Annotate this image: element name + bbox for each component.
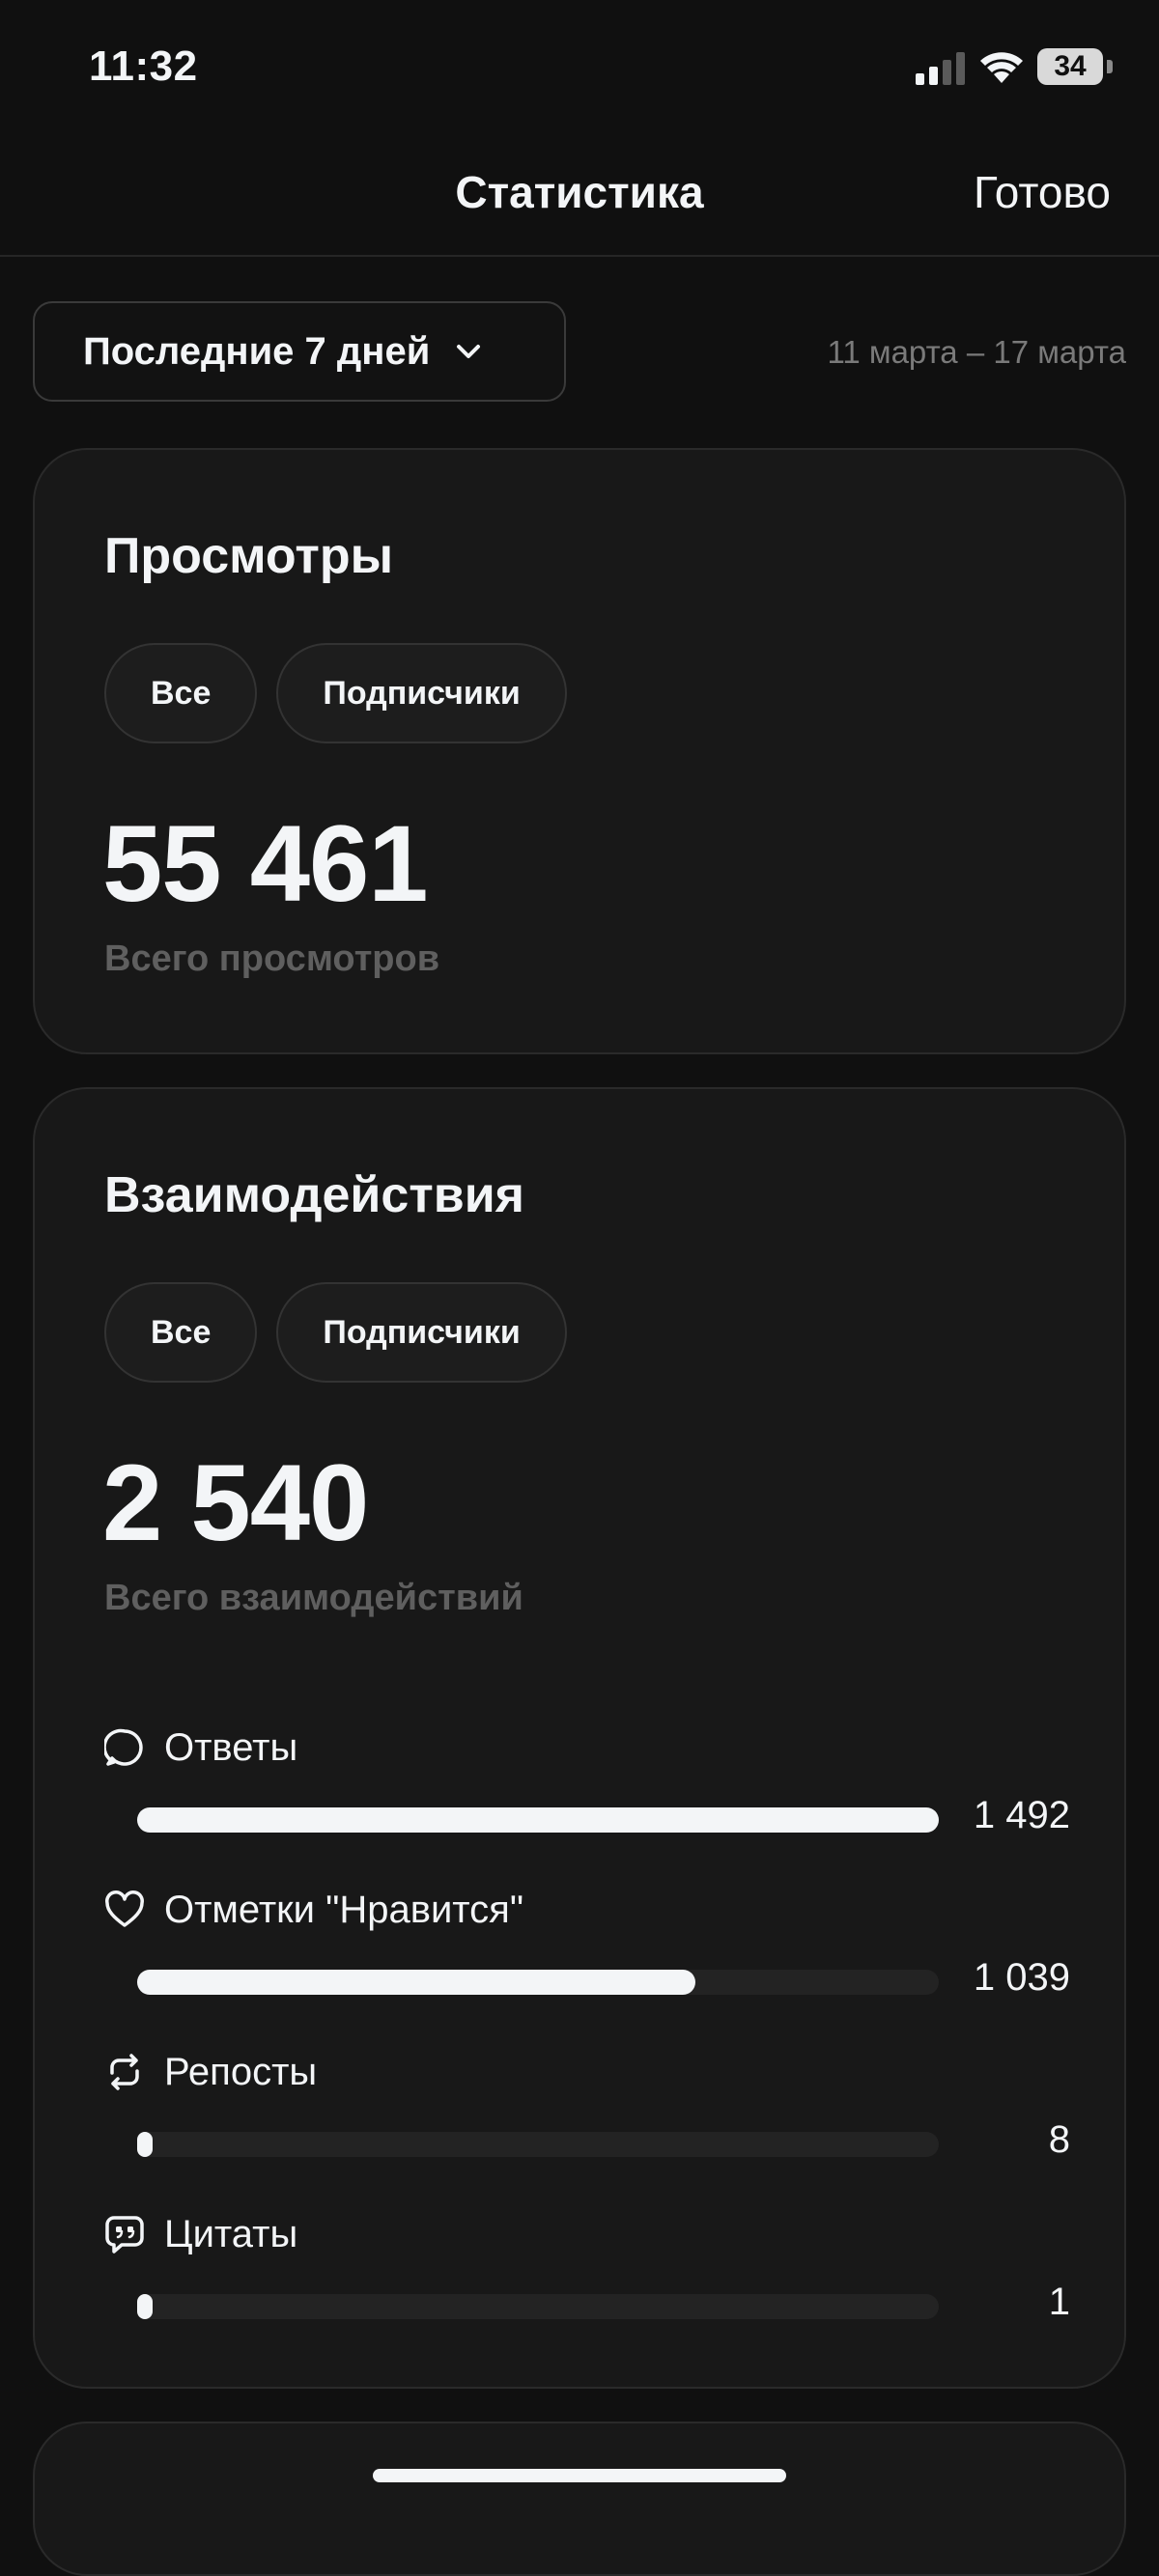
metric-reposts: Репосты 8: [104, 2043, 1070, 2169]
metric-label: Репосты: [164, 2050, 318, 2093]
views-caption: Всего просмотров: [104, 938, 440, 979]
interactions-chip-all[interactable]: Все: [104, 1282, 258, 1383]
interactions-filter-chips: Все Подписчики: [104, 1282, 567, 1383]
battery-tip: [1107, 60, 1113, 73]
home-indicator: [373, 2469, 786, 2482]
interactions-caption: Всего взаимодействий: [104, 1578, 523, 1618]
nav-header: Статистика Готово: [0, 145, 1159, 257]
metric-bar-fill: [137, 2294, 153, 2319]
interactions-total: 2 540: [102, 1442, 369, 1563]
metric-value: 1 039: [973, 1956, 1070, 1999]
metric-bar-track: [137, 1807, 939, 1833]
metric-label: Ответы: [164, 1725, 298, 1769]
done-button[interactable]: Готово: [974, 166, 1111, 218]
metric-bar-fill: [137, 1807, 939, 1833]
views-card: Просмотры Все Подписчики 55 461 Всего пр…: [33, 448, 1126, 1054]
date-range-text: 11 марта – 17 марта: [827, 334, 1126, 370]
interactions-card: Взаимодействия Все Подписчики 2 540 Всег…: [33, 1087, 1126, 2389]
next-card-partial: [33, 2422, 1126, 2576]
quote-icon: [105, 2216, 144, 2254]
interactions-chip-followers[interactable]: Подписчики: [276, 1282, 567, 1383]
interactions-title: Взаимодействия: [104, 1167, 525, 1223]
status-time: 11:32: [89, 42, 198, 90]
metric-replies: Ответы 1 492: [104, 1719, 1070, 1844]
cellular-signal-icon: [916, 52, 965, 85]
repost-icon: [110, 2054, 139, 2090]
metric-bar-track: [137, 1970, 939, 1995]
date-range-selected: Последние 7 дней: [83, 329, 431, 373]
metric-bar-fill: [137, 1970, 695, 1995]
chevron-down-icon: [457, 345, 481, 358]
metric-value: 1: [1048, 2281, 1070, 2323]
metric-label: Отметки "Нравится": [164, 1888, 524, 1931]
date-range-row: Последние 7 дней 11 марта – 17 марта: [33, 301, 1126, 402]
views-chip-all[interactable]: Все: [104, 643, 258, 743]
metric-bar-track: [137, 2294, 939, 2319]
views-total: 55 461: [102, 803, 429, 924]
reply-icon: [104, 1728, 143, 1766]
wifi-icon: [980, 52, 1023, 83]
metric-value: 1 492: [973, 1794, 1070, 1836]
metric-bar-fill: [137, 2132, 153, 2157]
heart-icon: [105, 1890, 144, 1927]
views-filter-chips: Все Подписчики: [104, 643, 567, 743]
metric-bar-track: [137, 2132, 939, 2157]
metric-quotes: Цитаты 1: [104, 2205, 1070, 2331]
metric-likes: Отметки "Нравится" 1 039: [104, 1881, 1070, 2006]
views-title: Просмотры: [104, 528, 394, 584]
status-bar: 11:32 34: [0, 0, 1159, 135]
views-chip-followers[interactable]: Подписчики: [276, 643, 567, 743]
battery-indicator: 34: [1037, 48, 1103, 85]
date-range-dropdown[interactable]: Последние 7 дней: [33, 301, 566, 402]
metric-label: Цитаты: [164, 2212, 298, 2255]
metric-value: 8: [1048, 2118, 1070, 2161]
